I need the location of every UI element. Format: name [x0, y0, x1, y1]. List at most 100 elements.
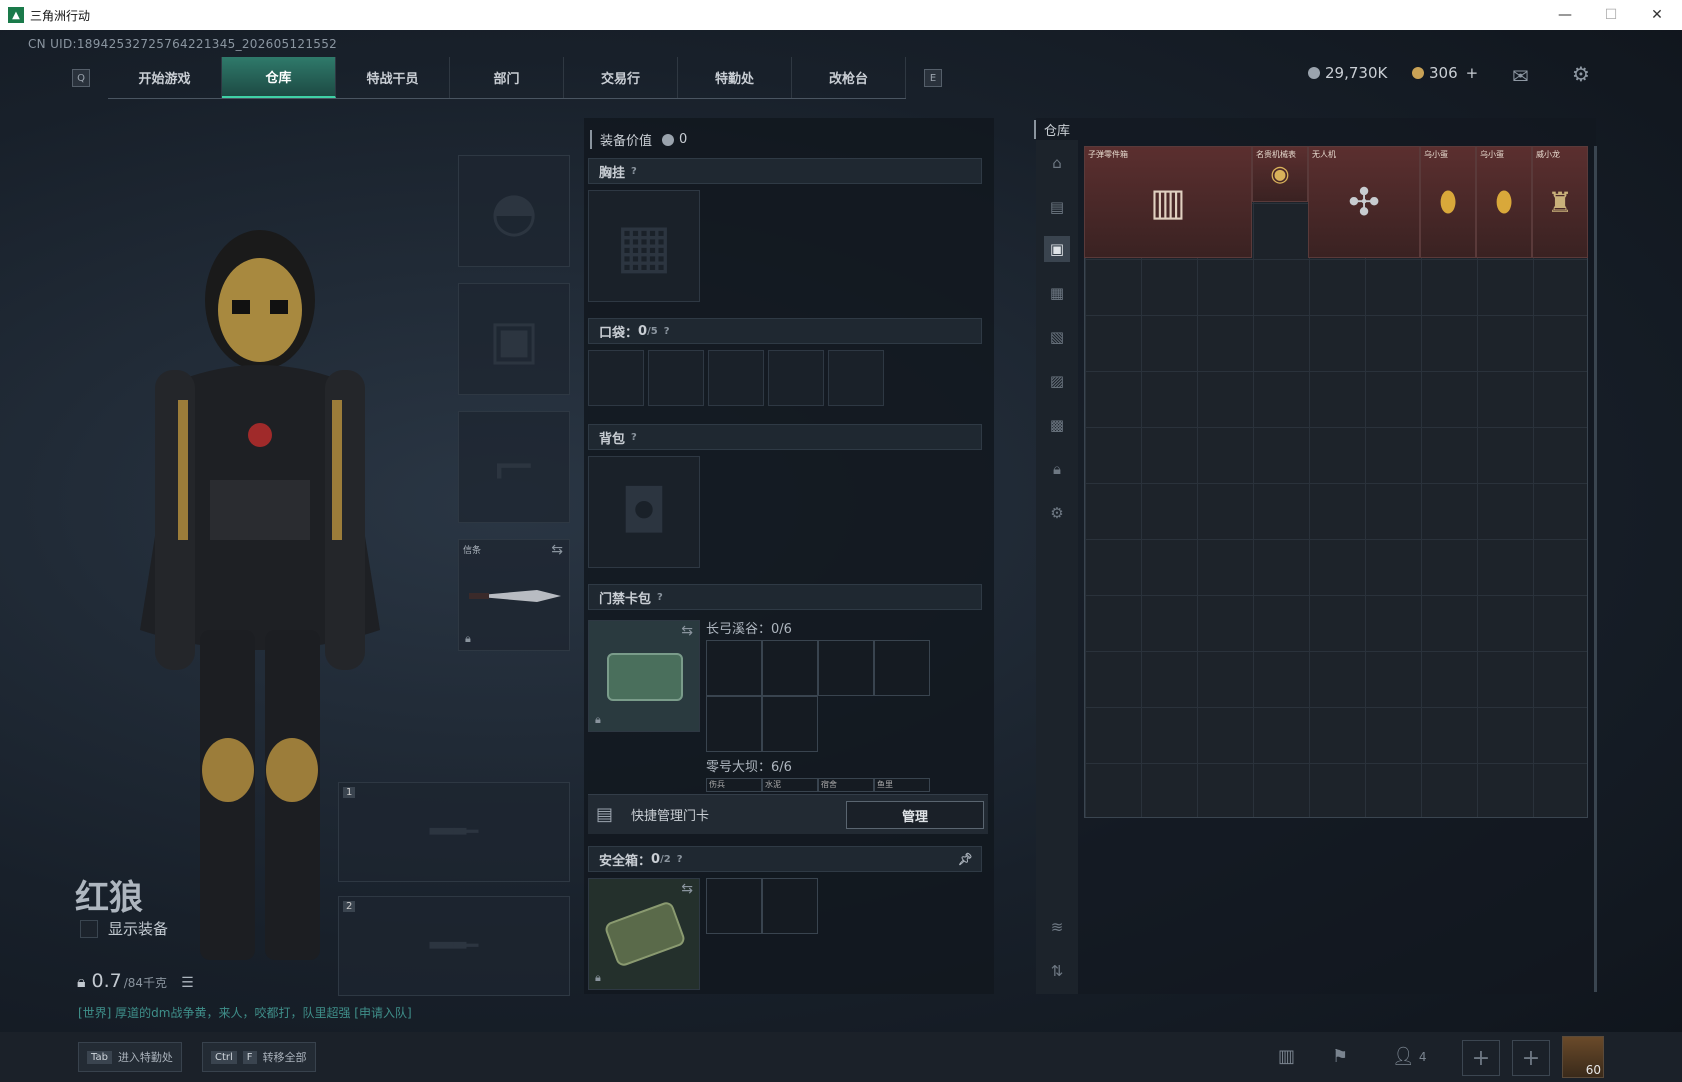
keycard-mini[interactable]: 宿舍 [818, 778, 874, 792]
warehouse-scrollbar[interactable] [1594, 146, 1597, 992]
nav-prev-key[interactable]: Q [72, 69, 90, 87]
tab-department[interactable]: 部门 [450, 57, 564, 98]
category-active-icon[interactable]: ▣ [1044, 236, 1070, 262]
checkbox[interactable] [80, 919, 98, 938]
safebox-cell[interactable] [762, 878, 818, 934]
lock-icon[interactable]: 🔒︎ [1044, 456, 1070, 482]
safebox-cell[interactable] [706, 878, 762, 934]
show-equipment-toggle[interactable]: 显示装备 [80, 918, 168, 939]
warehouse-item[interactable]: 子弹零件箱 ▥ [1084, 146, 1252, 258]
category-gear-icon[interactable]: ▤ [1044, 194, 1070, 220]
layers-icon[interactable]: ≋ [1044, 914, 1070, 940]
tab-warehouse[interactable]: 仓库 [222, 57, 336, 98]
help-icon[interactable]: ? [677, 854, 683, 865]
keycard-zone-a: 长弓溪谷：0/6 [706, 622, 792, 637]
keycard-mini[interactable]: 伤兵 [706, 778, 762, 792]
warehouse-item[interactable]: 乌小蛋 ⬮ [1420, 146, 1476, 258]
help-icon[interactable]: ? [631, 432, 637, 443]
mail-icon[interactable]: ✉ [1512, 64, 1529, 88]
pocket-slot[interactable] [708, 350, 764, 406]
manage-button[interactable]: 管理 [846, 801, 984, 829]
keycard-cell[interactable] [706, 696, 762, 752]
safebox-slot[interactable]: ⇆ 🔒︎ [588, 878, 700, 990]
enter-special-ops-label: 进入特勤处 [117, 1051, 173, 1064]
chest-rig-label: 胸挂 [599, 165, 626, 181]
help-icon[interactable]: ? [664, 326, 670, 337]
category-items-icon[interactable]: ▨ [1044, 368, 1070, 394]
swap-icon[interactable]: ⇆ [551, 542, 563, 558]
gear-icon[interactable]: ⚙ [1044, 500, 1070, 526]
maximize-button[interactable]: ☐ [1588, 0, 1634, 30]
silver-coin-icon [662, 133, 675, 146]
nav-next-key[interactable]: E [924, 69, 942, 87]
weight-lock-icon: 🔒︎ [77, 972, 86, 991]
enter-special-ops-button[interactable]: Tab 进入特勤处 [78, 1042, 182, 1072]
swap-icon[interactable]: ⇆ [681, 623, 693, 639]
stats-icon[interactable]: ▥ [1278, 1046, 1295, 1067]
backpack-label: 背包 [599, 431, 626, 447]
pistol-slot[interactable]: ⌐ [458, 411, 570, 523]
equipment-value: 装备价值 0 [590, 130, 687, 149]
gear-icon[interactable]: ⚙ [1572, 62, 1590, 86]
invite-slot-button[interactable]: + [1462, 1040, 1500, 1076]
invite-slot-button[interactable]: + [1512, 1040, 1550, 1076]
pocket-slot[interactable] [588, 350, 644, 406]
egg-figure-icon: ⬮ [1439, 185, 1457, 218]
chest-rig-slot[interactable]: ▦ [588, 190, 700, 302]
category-weapon-icon[interactable]: ▦ [1044, 280, 1070, 306]
item-name: 无人机 [1312, 150, 1336, 159]
primary-weapon-slot-1[interactable]: 1 ━╾ [338, 782, 570, 882]
swap-icon[interactable]: ⇆ [681, 881, 693, 897]
pin-icon[interactable]: 📌︎ [958, 852, 973, 866]
tab-trade[interactable]: 交易行 [564, 57, 678, 98]
keycard-cell[interactable] [762, 696, 818, 752]
minimize-button[interactable]: — [1542, 0, 1588, 30]
help-icon[interactable]: ? [631, 166, 637, 177]
rifle-icon: ━╾ [429, 809, 479, 855]
gold-currency[interactable]: 306 + [1412, 64, 1478, 82]
pistol-icon: ⌐ [491, 435, 537, 499]
keycard-mini[interactable]: 鱼里 [874, 778, 930, 792]
warehouse-item[interactable]: 乌小蛋 ⬮ [1476, 146, 1532, 258]
tab-start-game[interactable]: 开始游戏 [108, 57, 222, 98]
category-misc-icon[interactable]: ▩ [1044, 412, 1070, 438]
helmet-slot[interactable]: ◓ [458, 155, 570, 267]
keycard-cell[interactable] [818, 640, 874, 696]
pocket-slot[interactable] [768, 350, 824, 406]
team-button[interactable]: 👤︎ 4 [1392, 1046, 1427, 1067]
keycard-bag-slot[interactable]: ⇆ 🔒︎ [588, 620, 700, 732]
primary-weapon-slot-2[interactable]: 2 ━╾ [338, 896, 570, 996]
warehouse-item[interactable]: 名贵机械表 ◉ [1252, 146, 1308, 202]
tab-special-ops[interactable]: 特勤处 [678, 57, 792, 98]
keycard-cell[interactable] [706, 640, 762, 696]
player-level: 60 [1585, 1063, 1601, 1077]
help-icon[interactable]: ? [657, 592, 663, 603]
pocket-slot[interactable] [828, 350, 884, 406]
world-chat[interactable]: [世界] 厚道的dm战争黄，来人，咬都打，队里超强 [申请入队] [78, 1004, 412, 1021]
warehouse-item[interactable]: 无人机 ✣ [1308, 146, 1420, 258]
category-ammo-icon[interactable]: ▧ [1044, 324, 1070, 350]
safebox-header: 安全箱： 0 /2 ? 📌︎ [588, 846, 982, 872]
melee-slot[interactable]: 信条 ⇆ 🔒︎ [458, 539, 570, 651]
weight-limit: /84千克 [123, 976, 168, 990]
close-button[interactable]: ✕ [1634, 0, 1680, 30]
transfer-all-button[interactable]: Ctrl F 转移全部 [202, 1042, 316, 1072]
flag-icon[interactable]: ⚑ [1332, 1046, 1348, 1067]
category-all-icon[interactable]: ⌂ [1044, 150, 1070, 176]
tab-gunsmith[interactable]: 改枪台 [792, 57, 906, 98]
backpack-header: 背包? [588, 424, 982, 450]
keycard-mini[interactable]: 水泥 [762, 778, 818, 792]
tab-operators[interactable]: 特战干员 [336, 57, 450, 98]
backpack-slot[interactable]: ◘ [588, 456, 700, 568]
keycard-cell[interactable] [874, 640, 930, 696]
warehouse-item[interactable]: 威小龙 ♜ [1532, 146, 1588, 258]
keycard-cell[interactable] [762, 640, 818, 696]
pocket-slot[interactable] [648, 350, 704, 406]
list-icon[interactable]: ☰ [181, 975, 194, 991]
pockets-label: 口袋： [599, 325, 639, 341]
armor-slot[interactable]: ▣ [458, 283, 570, 395]
warehouse-sidebar [1036, 140, 1078, 994]
sort-icon[interactable]: ⇅ [1044, 958, 1070, 984]
add-gold-icon[interactable]: + [1466, 64, 1479, 82]
avatar[interactable]: 60 [1562, 1036, 1604, 1078]
